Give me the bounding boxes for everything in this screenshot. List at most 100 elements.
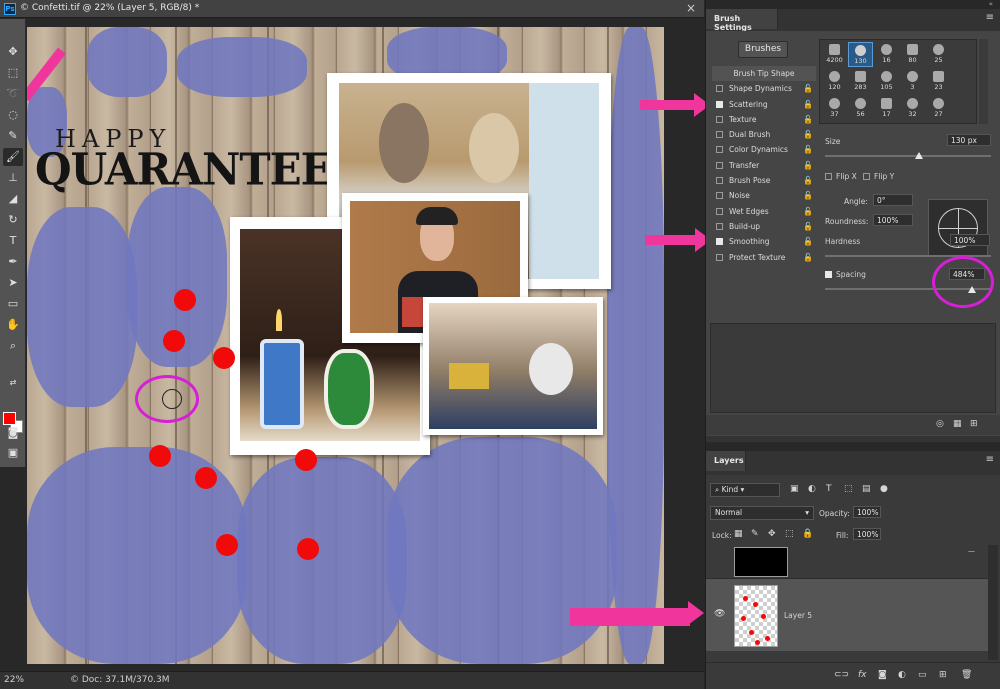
- tab-layers[interactable]: Layers: [706, 451, 746, 471]
- lock-icon[interactable]: 🔓: [803, 112, 813, 127]
- brush-tip[interactable]: 27: [926, 96, 951, 121]
- brush-tip[interactable]: 130: [848, 42, 873, 67]
- option-checkbox[interactable]: [716, 115, 723, 123]
- brush-option-smoothing[interactable]: Smoothing 🔓: [712, 234, 816, 249]
- brush-option-dual-brush[interactable]: Dual Brush 🔓: [712, 127, 816, 142]
- size-field[interactable]: 130 px: [947, 134, 991, 146]
- document-canvas[interactable]: HAPPY QUARANTEEN: [27, 27, 664, 664]
- option-checkbox[interactable]: [716, 177, 723, 185]
- brush-tip[interactable]: 37: [822, 96, 847, 121]
- brush-tip[interactable]: 80: [900, 42, 925, 67]
- swap-colors-icon[interactable]: ⇄: [3, 374, 23, 392]
- lock-icon[interactable]: 🔓: [803, 219, 813, 234]
- brush-tip[interactable]: 25: [926, 42, 951, 67]
- trash-icon[interactable]: 🗑: [961, 670, 972, 680]
- shape-tool-icon[interactable]: ▭: [3, 295, 23, 313]
- brush-tip[interactable]: 283: [848, 69, 873, 94]
- lock-icon[interactable]: 🔓: [803, 81, 813, 96]
- group-folder-icon[interactable]: ▭: [918, 670, 927, 680]
- layers-panel-menu-icon[interactable]: ≡: [986, 454, 994, 465]
- spacing-checkbox[interactable]: [825, 271, 832, 278]
- filter-toggle-icon[interactable]: ●: [880, 484, 888, 494]
- brush-tool-icon[interactable]: 🖌: [3, 148, 23, 166]
- lock-icon[interactable]: 🔓: [803, 234, 813, 249]
- text-tool-icon[interactable]: T: [3, 232, 23, 250]
- option-checkbox[interactable]: [716, 161, 723, 169]
- brush-tip[interactable]: 17: [874, 96, 899, 121]
- option-checkbox[interactable]: [716, 238, 723, 246]
- lock-image-icon[interactable]: ✎: [751, 529, 759, 539]
- lock-icon[interactable]: 🔓: [803, 173, 813, 188]
- brush-tip[interactable]: 56: [848, 96, 873, 121]
- brush-option-brush-tip-shape[interactable]: Brush Tip Shape: [712, 66, 816, 82]
- pen-tool-icon[interactable]: ✒: [3, 253, 23, 271]
- zoom-tool-icon[interactable]: ⌕: [3, 337, 23, 355]
- lock-icon[interactable]: 🔓: [803, 158, 813, 173]
- lock-icon[interactable]: 🔓: [803, 127, 813, 142]
- brush-option-shape-dynamics[interactable]: Shape Dynamics 🔓: [712, 81, 816, 96]
- panel-collapse-strip[interactable]: «: [706, 0, 1000, 9]
- brush-tip[interactable]: 105: [874, 69, 899, 94]
- quick-select-tool-icon[interactable]: ◌: [3, 106, 23, 124]
- brushes-button[interactable]: Brushes: [738, 41, 788, 58]
- photo-frame-kitchen[interactable]: [423, 297, 603, 435]
- brush-option-transfer[interactable]: Transfer 🔓: [712, 158, 816, 173]
- size-slider-handle[interactable]: [915, 152, 923, 159]
- layer-row[interactable]: —: [706, 545, 991, 579]
- size-slider-track[interactable]: [825, 155, 991, 157]
- panel-collapse-strip[interactable]: [706, 442, 1000, 451]
- document-size[interactable]: © Doc: 37.1M/370.3M: [70, 675, 170, 685]
- flip-y-checkbox[interactable]: [863, 173, 870, 180]
- layers-scrollbar[interactable]: [988, 545, 998, 660]
- new-layer-icon[interactable]: ⊞: [939, 670, 947, 680]
- roundness-field[interactable]: 100%: [873, 214, 913, 226]
- lock-icon[interactable]: 🔓: [803, 142, 813, 157]
- screen-mode-icon[interactable]: ▣: [3, 444, 23, 462]
- brush-tip[interactable]: 4200: [822, 42, 847, 67]
- lock-icon[interactable]: 🔓: [803, 188, 813, 203]
- brush-option-protect-texture[interactable]: Protect Texture 🔓: [712, 250, 816, 265]
- adjustment-layer-icon[interactable]: ◐: [898, 670, 906, 680]
- zoom-level[interactable]: 22%: [4, 675, 44, 685]
- layer-row-layer-5[interactable]: 👁 Layer 5: [706, 579, 991, 651]
- hand-tool-icon[interactable]: ✋: [3, 316, 23, 334]
- option-checkbox[interactable]: [716, 146, 723, 154]
- fill-field[interactable]: 100%: [853, 528, 881, 540]
- link-layers-icon[interactable]: ⊂⊃: [834, 670, 849, 680]
- option-checkbox[interactable]: [716, 100, 723, 108]
- add-mask-icon[interactable]: ◙: [878, 670, 887, 680]
- filter-pixel-icon[interactable]: ▣: [790, 484, 799, 494]
- panel-menu-icon[interactable]: ≡: [986, 12, 994, 23]
- history-brush-tool-icon[interactable]: ↻: [3, 211, 23, 229]
- opacity-field[interactable]: 100%: [853, 506, 881, 518]
- foreground-color-swatch[interactable]: [3, 412, 16, 425]
- filter-type-icon[interactable]: T: [826, 484, 832, 494]
- filter-adjustment-icon[interactable]: ◐: [808, 484, 816, 494]
- option-checkbox[interactable]: [716, 207, 723, 215]
- document-tab[interactable]: Ps © Confetti.tif @ 22% (Layer 5, RGB/8)…: [0, 0, 704, 18]
- blend-mode-select[interactable]: Normal ▾: [710, 506, 814, 520]
- lock-position-icon[interactable]: ✥: [768, 529, 776, 539]
- hardness-field[interactable]: 100%: [950, 234, 990, 246]
- lasso-tool-icon[interactable]: ➰: [3, 85, 23, 103]
- path-select-tool-icon[interactable]: ➤: [3, 274, 23, 292]
- filter-smart-object-icon[interactable]: ▤: [862, 484, 871, 494]
- brush-tip[interactable]: 3: [900, 69, 925, 94]
- lock-icon[interactable]: 🔓: [803, 97, 813, 112]
- flip-x-checkbox[interactable]: [825, 173, 832, 180]
- brush-option-brush-pose[interactable]: Brush Pose 🔓: [712, 173, 816, 188]
- tab-brush-settings[interactable]: Brush Settings: [706, 9, 778, 32]
- brush-tip[interactable]: 120: [822, 69, 847, 94]
- eyedropper-tool-icon[interactable]: ✎: [3, 127, 23, 145]
- lock-transparent-icon[interactable]: ▦: [734, 529, 743, 539]
- brush-option-wet-edges[interactable]: Wet Edges 🔓: [712, 204, 816, 219]
- eraser-tool-icon[interactable]: ◢: [3, 190, 23, 208]
- quick-mask-icon[interactable]: ◙: [3, 424, 23, 442]
- option-checkbox[interactable]: [716, 253, 723, 261]
- stamp-tool-icon[interactable]: ⊥: [3, 169, 23, 187]
- lock-icon[interactable]: 🔓: [803, 250, 813, 265]
- lock-icon[interactable]: 🔓: [803, 204, 813, 219]
- brush-tip[interactable]: 23: [926, 69, 951, 94]
- brush-dialog-icon[interactable]: ▦: [953, 419, 962, 429]
- brush-option-color-dynamics[interactable]: Color Dynamics 🔓: [712, 142, 816, 157]
